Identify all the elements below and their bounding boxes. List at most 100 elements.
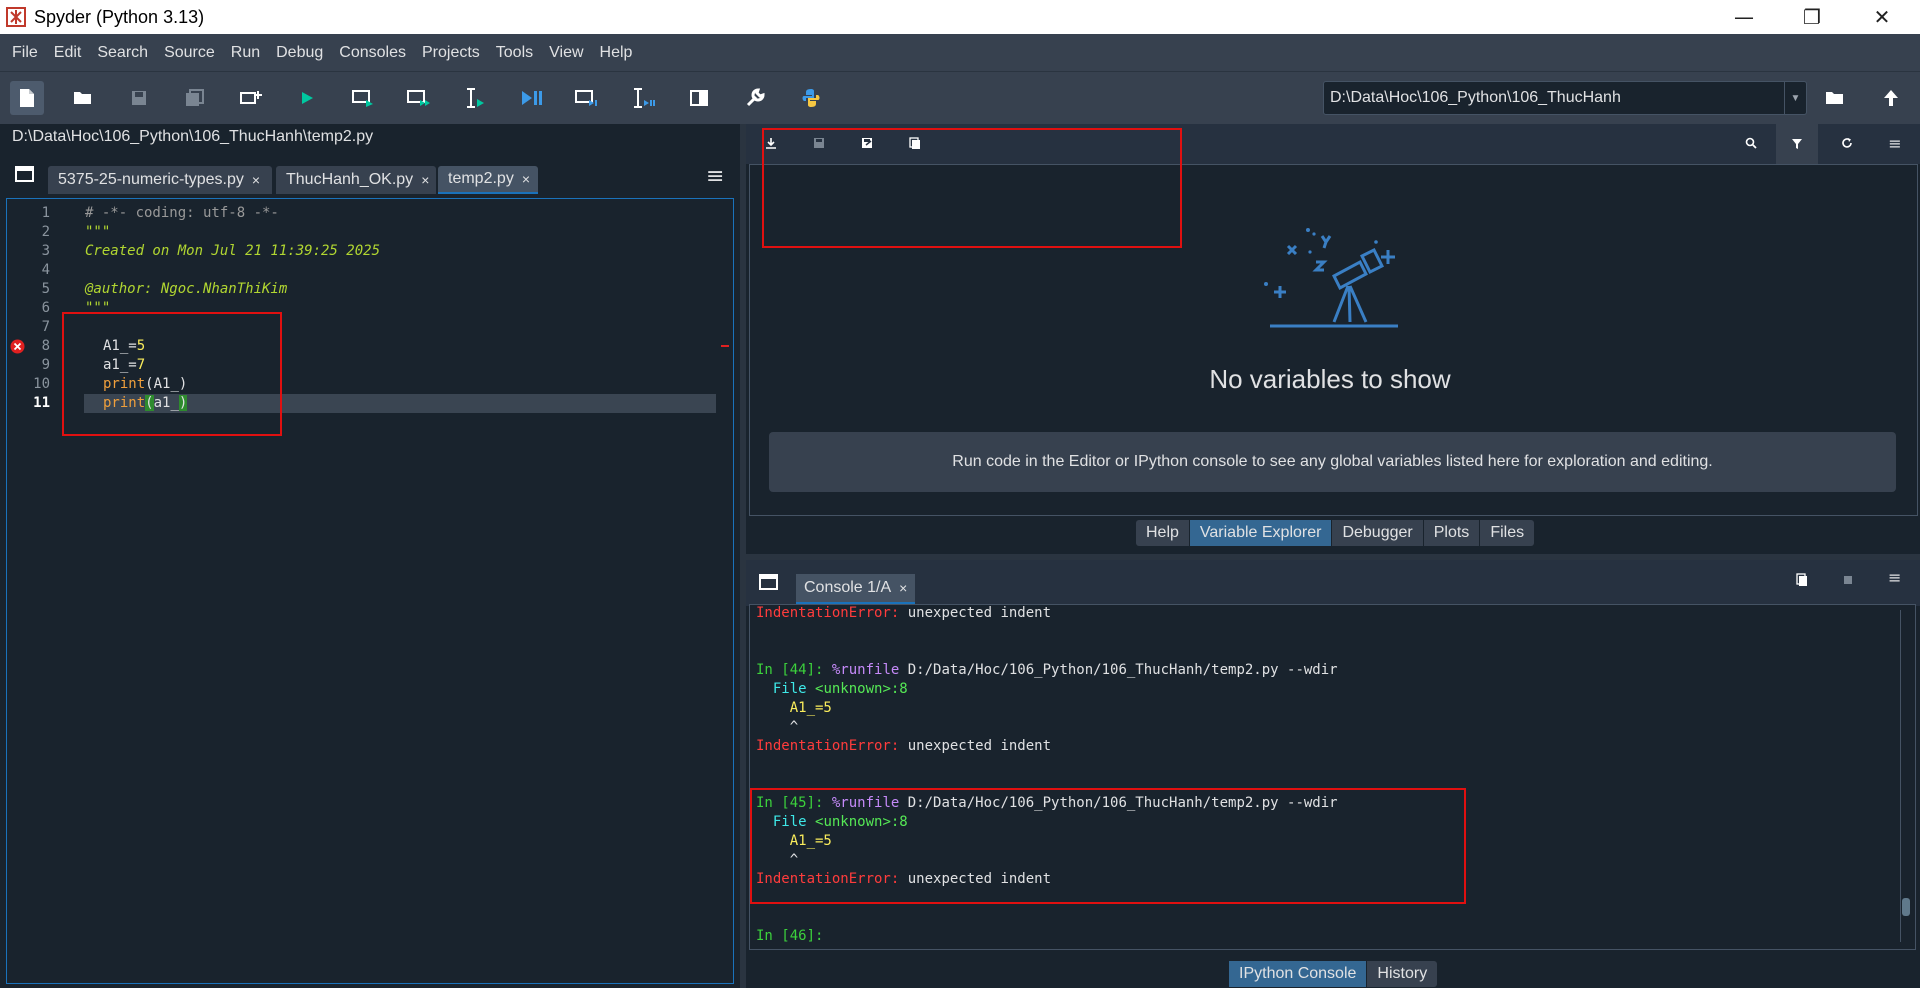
new-cell-button[interactable] [234,81,268,115]
console-line: A1_=5 [756,700,832,716]
tab-history[interactable]: History [1367,961,1437,987]
save-button[interactable] [122,81,156,115]
console-line: IndentationError: unexpected indent [756,737,1051,756]
bottom-pane-tabs: IPython Console History [1229,961,1438,987]
empty-state-message: Run code in the Editor or IPython consol… [769,432,1896,492]
error-type: IndentationError: [756,605,900,621]
editor-options-menu-icon[interactable]: ≡ [706,164,724,189]
line-number: 7 [41,319,50,335]
tab-variable-explorer[interactable]: Variable Explorer [1189,520,1333,546]
console-toolbar [746,560,1920,606]
maximize-pane-button[interactable] [682,81,716,115]
open-file-button[interactable] [66,81,100,115]
run-button[interactable] [290,81,324,115]
python-path-icon [802,89,820,107]
parent-directory-button[interactable] [1874,81,1908,115]
title-bar: Spyder (Python 3.13) [0,0,1920,34]
tab-files[interactable]: Files [1480,520,1534,546]
debug-selection-button[interactable] [626,81,660,115]
line-number: 5 [41,281,50,297]
open-file-icon [74,92,91,104]
code-line: """ [85,224,111,240]
magic-command: %runfile [823,662,900,678]
tab-temp2[interactable]: temp2.py × [438,166,538,194]
options-menu-icon[interactable]: ≡ [1882,130,1908,156]
close-icon[interactable]: × [252,172,260,188]
menu-search[interactable]: Search [89,44,156,62]
run-cell-advance-button[interactable] [402,81,436,115]
console-tabs-button[interactable] [758,572,780,592]
refresh-button[interactable] [1834,130,1860,156]
minimize-button[interactable]: — [1714,0,1774,34]
menu-consoles[interactable]: Consoles [331,44,414,62]
tab-thuchanh-ok[interactable]: ThucHanh_OK.py × [276,166,436,194]
menu-edit[interactable]: Edit [46,44,90,62]
menu-view[interactable]: View [541,44,591,62]
new-file-button[interactable] [10,81,44,115]
line-number: 4 [41,262,50,278]
menu-source[interactable]: Source [156,44,223,62]
debug-cell-icon [575,90,597,106]
menu-tools[interactable]: Tools [488,44,541,62]
debug-cell-button[interactable] [570,81,604,115]
menu-help[interactable]: Help [592,44,641,62]
maximize-button[interactable]: ❐ [1782,0,1842,34]
menu-debug[interactable]: Debug [268,44,331,62]
close-button[interactable]: ✕ [1852,0,1912,34]
tab-debugger[interactable]: Debugger [1332,520,1424,546]
run-selection-icon [467,88,484,108]
tab-label: 5375-25-numeric-types.py [58,171,244,188]
console-scrollbar[interactable] [1900,610,1912,942]
line-number: 9 [41,357,50,373]
tab-label: temp2.py [448,170,514,187]
debug-icon [522,91,542,105]
console-options-menu-icon[interactable]: ≡ [1888,568,1901,587]
run-icon [302,92,313,104]
browse-directory-button[interactable] [1818,81,1852,115]
chevron-down-icon[interactable]: ▼ [1784,82,1806,114]
search-icon [1745,137,1757,149]
close-icon: ✕ [1873,5,1891,29]
python-path-button[interactable] [794,81,828,115]
empty-state-title: No variables to show [1209,364,1451,394]
working-directory-combo[interactable]: D:\Data\Hoc\106_Python\106_ThucHanh ▼ [1323,81,1807,115]
browse-tabs-button[interactable] [14,164,36,184]
console-line[interactable]: In [46]: [756,927,823,946]
run-cell-button[interactable] [346,81,380,115]
tab-help[interactable]: Help [1136,520,1190,546]
console-scrollbar-thumb[interactable] [1902,898,1910,916]
refresh-icon [1842,138,1852,148]
clear-console-button[interactable] [1796,572,1808,591]
debug-button[interactable] [514,81,548,115]
tab-numeric-types[interactable]: 5375-25-numeric-types.py × [48,166,272,194]
run-selection-button[interactable] [458,81,492,115]
menu-run[interactable]: Run [223,44,268,62]
filter-icon [1792,139,1802,149]
preferences-button[interactable] [738,81,772,115]
run-cell-icon [352,90,373,107]
menu-file[interactable]: File [4,44,46,62]
error-scroll-flag [721,345,729,347]
menu-bar: File Edit Search Source Run Debug Consol… [0,34,1920,72]
input-prompt: In [44]: [756,662,824,678]
input-prompt: In [46]: [756,928,824,944]
line-number: 10 [33,376,50,392]
tab-plots[interactable]: Plots [1424,520,1481,546]
telescope-icon [1264,228,1398,328]
close-icon[interactable]: × [522,171,530,187]
line-number: 1 [41,205,50,221]
save-all-button[interactable] [178,81,212,115]
tab-console-1a[interactable]: Console 1/A × [796,574,916,604]
menu-projects[interactable]: Projects [414,44,488,62]
tab-ipython-console[interactable]: IPython Console [1229,961,1368,987]
arrow-up-icon [1884,90,1898,106]
line-number: 3 [41,243,50,259]
stop-icon[interactable] [1844,576,1852,584]
close-icon[interactable]: × [899,580,907,596]
error-marker-icon[interactable] [10,339,25,354]
new-cell-icon [240,91,262,104]
search-button[interactable] [1738,130,1764,156]
close-icon[interactable]: × [421,172,429,188]
filter-button[interactable] [1776,124,1818,164]
top-pane-tabs: Help Variable Explorer Debugger Plots Fi… [1136,520,1535,546]
